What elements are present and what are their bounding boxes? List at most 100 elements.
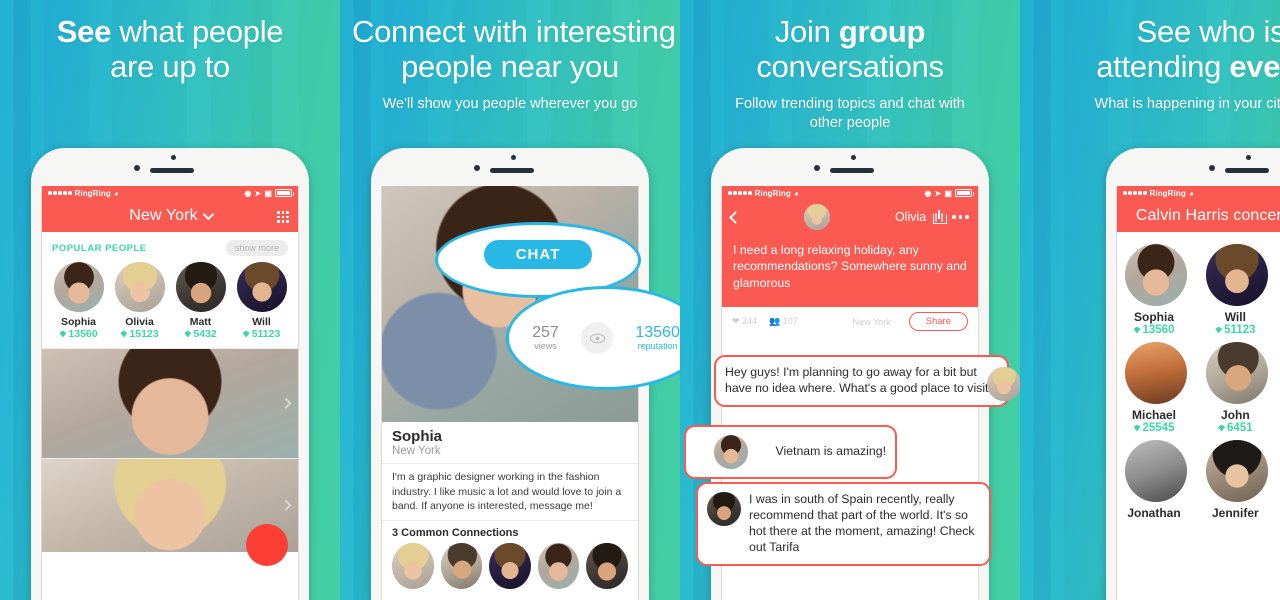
alarm-icon: ◉ [924,188,932,198]
more-options-icon[interactable] [952,215,969,219]
headline-line1-4: See who is [1136,14,1280,49]
person-name: Olivia [125,316,154,328]
person-card[interactable]: Jennifer [1206,440,1269,520]
compose-post-button[interactable] [246,524,288,567]
share-button[interactable]: Share [908,312,968,332]
feed-post[interactable]: Flying to LA to see Demi Lovato tonight!… [42,348,298,459]
person-reputation: 5432 [172,328,230,340]
person-reputation: 51123 [233,328,291,340]
person-reputation: 25545 [1125,422,1183,434]
person-card[interactable]: Jonathan [1125,440,1187,520]
gem-icon [120,330,128,338]
headline-bold-1: See [56,14,112,49]
person-card[interactable]: Sophia 13560 [50,262,108,340]
views-value: 257 [532,323,559,341]
person-card[interactable]: Michael 25545 [1125,342,1187,434]
proximity-sensor-icon [1209,165,1215,171]
chat-navbar: Olivia [722,200,978,234]
person-card[interactable]: Sophia 13560 [1125,244,1187,336]
battery-icon [955,189,974,197]
person-name: John [1220,408,1250,422]
gem-icon [1218,424,1226,432]
avatar [42,349,298,459]
avatar[interactable] [440,543,483,590]
city-label: New York [129,207,198,224]
avatar [987,367,1020,401]
person-name: Jennifer [1211,506,1259,520]
headline-line2b-4: events [1229,49,1280,85]
front-camera-icon [1246,155,1251,160]
signal-dots-icon [728,191,752,195]
person-reputation: 51123 [1206,324,1264,336]
person-name: Will [1224,310,1246,324]
person-reputation: 13560 [1125,324,1183,336]
signal-dots-icon [1123,191,1147,195]
feed-post[interactable]: I need a long relaxing holiday, any reco… [42,458,298,567]
phone-mockup-4: RingRing ◕ ◉ ➤ ▣ Calvin Harris concert n… [1106,148,1280,600]
person-card[interactable]: Matt 5432 [172,262,230,340]
chat-topic-text: I need a long relaxing holiday, any reco… [722,234,978,308]
city-selector[interactable]: New York [50,207,290,225]
earpiece-speaker-icon [830,168,874,173]
person-name: Will [252,316,271,328]
chat-bubble[interactable]: I was in south of Spain recently, really… [696,482,991,566]
chat-bubble[interactable]: Hey guys! I'm planning to go away for a … [714,355,1020,407]
ios-status-bar-4: RingRing ◕ ◉ ➤ ▣ [1117,186,1280,200]
gem-icon [1133,326,1141,334]
gem-icon [1133,424,1141,432]
share-icon[interactable] [933,210,948,224]
person-card[interactable]: John 6451 [1206,342,1269,434]
lock-rotation-icon: ▣ [944,188,952,198]
section-title-popular-people: POPULAR PEOPLE [52,242,147,254]
person-reputation: 13560 [50,328,108,340]
promo-panel-1: See what people are up to RingRing ◕ ◉ ➤… [0,0,340,600]
phone-screen-1: RingRing ◕ ◉ ➤ ▣ New York POPULAR PEOPLE… [41,186,299,600]
panel-headline-4: See who is attending events What is happ… [1020,0,1280,114]
person-card[interactable]: Olivia 15123 [111,262,169,340]
carrier-label-3: RingRing [754,188,791,198]
avatar[interactable] [489,543,531,590]
avatar [707,492,741,526]
profile-name: Sophia [392,428,443,445]
headline-subtitle-4: What is happening in your city today [1094,96,1280,113]
avatar[interactable] [392,543,434,590]
reputation-value: 13560 [635,323,680,341]
show-more-button[interactable]: show more [225,240,288,256]
chat-message-text: Vietnam is amazing! [775,444,887,458]
grid-menu-icon[interactable] [277,211,289,223]
person-card[interactable]: Will 51123 [233,262,291,340]
reputation-stat: 13560 reputation [635,323,680,351]
person-name: Sophia [1133,310,1174,324]
earpiece-speaker-icon [1225,168,1269,173]
phone-top-bezel-3 [711,148,989,186]
avatar [42,459,298,553]
proximity-sensor-icon [474,165,480,171]
avatar [1206,440,1269,502]
back-chevron-icon[interactable] [729,210,742,224]
gem-icon [1215,326,1223,334]
views-stat: 257 views [532,323,559,351]
phone-mockup-1: RingRing ◕ ◉ ➤ ▣ New York POPULAR PEOPLE… [31,148,309,600]
topic-participants: 👥 107 [769,316,798,327]
avatar [114,262,165,312]
headline-line1a-3: Join [774,14,839,49]
avatar [1125,440,1187,502]
avatar[interactable] [586,543,628,590]
avatar [1206,342,1269,404]
headline-line2-3: conversations [756,49,944,85]
ios-status-bar-3: RingRing ◕ ◉ ➤ ▣ [722,186,978,200]
chat-button[interactable]: CHAT [483,239,593,269]
chat-owner[interactable]: Olivia [747,204,926,230]
lock-rotation-icon: ▣ [264,188,272,198]
avatar [1125,244,1187,306]
avatar[interactable] [537,543,580,590]
profile-location: New York [392,445,441,457]
signal-dots-icon [48,191,72,195]
person-card[interactable]: Will 51123 [1206,244,1269,336]
chevron-down-icon [202,208,214,221]
chat-topic-meta: ❤ 244 👥 107 New York Share [722,307,978,337]
topic-likes: ❤ 244 [732,316,758,327]
headline-line1-2: Connect with interesting [352,14,676,49]
panel-headline-3: Join group conversations Follow trending… [680,0,1020,133]
chat-bubble[interactable]: Vietnam is amazing! [684,425,897,479]
